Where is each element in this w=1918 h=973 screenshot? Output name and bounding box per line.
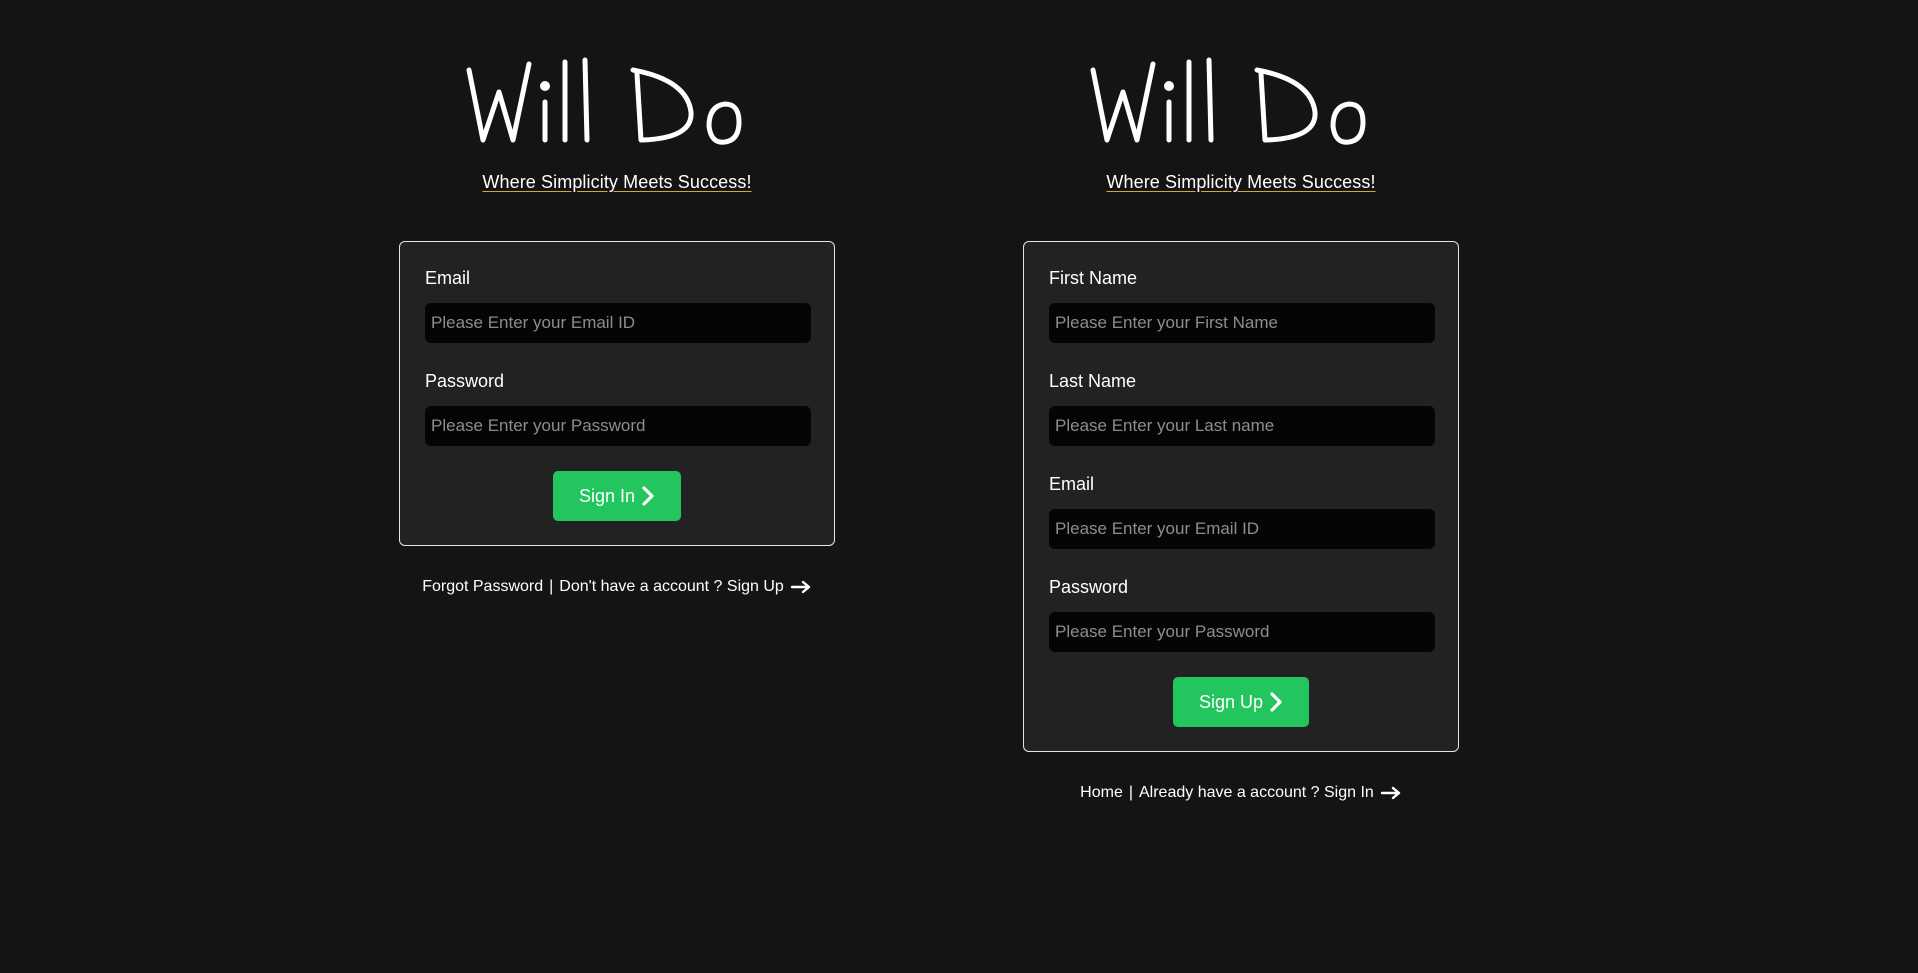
sign-in-button-label: Sign In (578, 485, 636, 506)
sign-in-button[interactable]: Sign In (552, 471, 682, 521)
footer-separator: | (549, 578, 554, 595)
sign-up-button-label: Sign Up (1198, 691, 1264, 712)
password-label: Password (425, 371, 505, 391)
first-name-label: First Name (1049, 268, 1138, 288)
signin-panel: Will Do Where Simplicity Meets Success! … (398, 0, 836, 596)
email-field[interactable] (1049, 509, 1435, 549)
first-name-field[interactable] (1049, 303, 1435, 343)
password-field[interactable] (425, 406, 811, 446)
arrow-right-icon[interactable] (790, 580, 812, 594)
sign-up-link[interactable]: Don't have a account ? Sign Up (559, 578, 784, 596)
logo: Will Do (457, 40, 777, 160)
signin-form: Email Password Sign In (399, 241, 835, 546)
signin-footer: Forgot Password | Don't have a account ?… (422, 578, 812, 596)
sign-in-link[interactable]: Already have a account ? Sign In (1139, 784, 1374, 802)
signin-button-row: Sign In (425, 471, 809, 521)
arrow-right-icon[interactable] (1380, 786, 1402, 800)
tagline: Where Simplicity Meets Success! (1106, 172, 1376, 192)
last-name-label: Last Name (1049, 371, 1137, 391)
signup-button-row: Sign Up (1049, 677, 1433, 727)
email-label: Email (1049, 474, 1095, 494)
home-link[interactable]: Home (1080, 784, 1123, 802)
password-field[interactable] (1049, 612, 1435, 652)
email-field[interactable] (425, 303, 811, 343)
page: Will Do Where Simplicity Meets Success! … (0, 0, 1918, 973)
will-do-logo (466, 57, 742, 145)
password-label: Password (1049, 577, 1129, 597)
tagline: Where Simplicity Meets Success! (482, 172, 752, 192)
logo: Will Do (1081, 40, 1401, 160)
last-name-field[interactable] (1049, 406, 1435, 446)
footer-separator: | (1128, 784, 1133, 801)
chevron-right-icon (1269, 692, 1283, 712)
signup-footer: Home | Already have a account ? Sign In (1080, 784, 1402, 802)
forgot-password-link[interactable]: Forgot Password (422, 578, 543, 596)
chevron-right-icon (641, 486, 655, 506)
signup-form: First Name Last Name Email Password Sign… (1023, 241, 1459, 752)
will-do-logo (1090, 57, 1366, 145)
sign-up-button[interactable]: Sign Up (1172, 677, 1310, 727)
email-label: Email (425, 268, 471, 288)
signup-panel: Will Do Where Simplicity Meets Success! … (1022, 0, 1460, 802)
